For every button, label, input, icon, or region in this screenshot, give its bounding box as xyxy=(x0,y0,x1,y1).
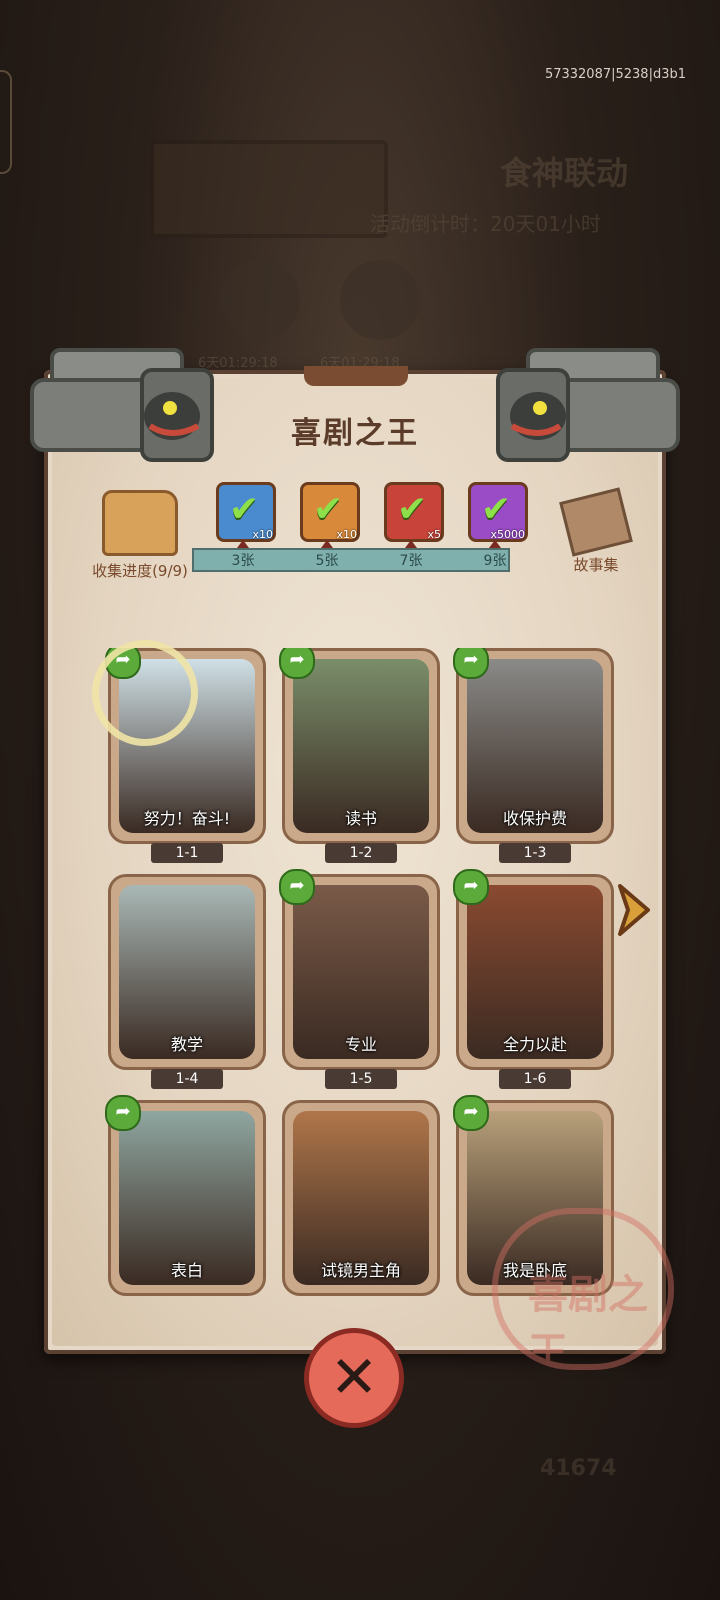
reward-qty: x10 xyxy=(336,528,357,541)
panel-title: 喜剧之王 xyxy=(291,416,419,451)
debug-id: 57332087|5238|d3b1 xyxy=(544,67,686,82)
seal-stamp: 喜剧之王 xyxy=(492,1208,674,1370)
share-icon[interactable]: ➦ xyxy=(279,648,315,679)
story-card[interactable]: 试镜男主角 xyxy=(282,1100,440,1296)
side-tab-icon xyxy=(0,70,12,174)
next-page-arrow-icon[interactable] xyxy=(614,880,654,940)
collect-progress[interactable]: 收集进度(9/9) xyxy=(70,490,210,581)
card-number: 1-6 xyxy=(499,1069,571,1089)
milestone-marker xyxy=(237,540,249,548)
check-icon: ✔ xyxy=(313,489,344,530)
story-collection-button[interactable]: 故事集 xyxy=(556,487,636,575)
share-icon[interactable]: ➦ xyxy=(279,869,315,905)
tutorial-highlight-ring xyxy=(92,640,198,746)
title-ribbon xyxy=(304,366,408,386)
milestone-label: 5张 xyxy=(315,553,339,569)
milestone-label: 3张 xyxy=(231,553,255,569)
book-icon xyxy=(102,490,178,556)
story-card[interactable]: ➦ 收保护费 1-3 xyxy=(453,648,614,863)
card-caption: 读书 xyxy=(344,809,377,828)
milestone-marker xyxy=(405,540,417,548)
card-caption: 教学 xyxy=(170,1035,203,1054)
share-icon[interactable]: ➦ xyxy=(453,648,489,679)
card-caption: 努力！奋斗! xyxy=(143,809,231,828)
shop-item-icon xyxy=(340,260,420,340)
collect-progress-label: 收集进度(9/9) xyxy=(92,562,188,580)
milestone-marker xyxy=(321,540,333,548)
card-caption: 专业 xyxy=(344,1035,377,1054)
close-button[interactable]: ✕ xyxy=(304,1328,404,1428)
event-countdown: 活动倒计时：20天01小时 xyxy=(370,212,601,236)
reward-qty: x5 xyxy=(427,528,441,541)
reward-qty: x10 xyxy=(252,528,273,541)
story-card[interactable]: 教学 1-4 xyxy=(108,874,266,1089)
shop-item-icon xyxy=(220,260,300,340)
card-caption: 收保护费 xyxy=(502,809,567,828)
collection-panel: 喜剧之王 收集进度(9/9) ✔ x10 ✔ x10 ✔ x5 ✔ x5000 … xyxy=(30,348,680,1370)
story-collection-label: 故事集 xyxy=(573,556,619,574)
check-icon: ✔ xyxy=(397,489,428,530)
food-stall xyxy=(150,140,388,238)
check-icon: ✔ xyxy=(481,489,512,530)
milestone-label: 7张 xyxy=(399,553,423,569)
card-caption: 全力以赴 xyxy=(502,1035,567,1054)
reward-icon[interactable]: ✔ x10 xyxy=(216,482,276,542)
card-caption: 表白 xyxy=(170,1261,203,1280)
milestone-marker xyxy=(489,540,501,548)
card-number: 1-1 xyxy=(151,843,223,863)
story-box-icon xyxy=(559,487,633,557)
reward-icon[interactable]: ✔ x5000 xyxy=(468,482,528,542)
story-card[interactable]: ➦ 读书 1-2 xyxy=(279,648,440,863)
reward-icon[interactable]: ✔ x5 xyxy=(384,482,444,542)
story-card[interactable]: ➦ 专业 1-5 xyxy=(279,869,440,1089)
milestone-label: 9张 xyxy=(483,553,507,569)
seal-stamp-text: 喜剧之王 xyxy=(528,1272,648,1370)
card-grid: ➦ 努力！奋斗! 1-1 ➦ 读书 1-2 ➦ 收保护费 1-3 教学 1-4 … xyxy=(100,648,614,1298)
card-number: 1-2 xyxy=(325,843,397,863)
share-icon[interactable]: ➦ xyxy=(105,1095,141,1131)
coin-counter: 41674 xyxy=(540,1456,617,1481)
share-icon[interactable]: ➦ xyxy=(453,1095,489,1131)
story-card[interactable]: ➦ 全力以赴 1-6 xyxy=(453,869,614,1089)
card-number: 1-4 xyxy=(151,1069,223,1089)
reward-icon[interactable]: ✔ x10 xyxy=(300,482,360,542)
share-icon[interactable]: ➦ xyxy=(453,869,489,905)
story-card[interactable]: ➦ 表白 xyxy=(105,1095,266,1296)
card-caption: 试镜男主角 xyxy=(320,1261,401,1280)
card-number: 1-5 xyxy=(325,1069,397,1089)
event-title: 食神联动 xyxy=(500,154,629,192)
card-number: 1-3 xyxy=(499,843,571,863)
check-icon: ✔ xyxy=(229,489,260,530)
